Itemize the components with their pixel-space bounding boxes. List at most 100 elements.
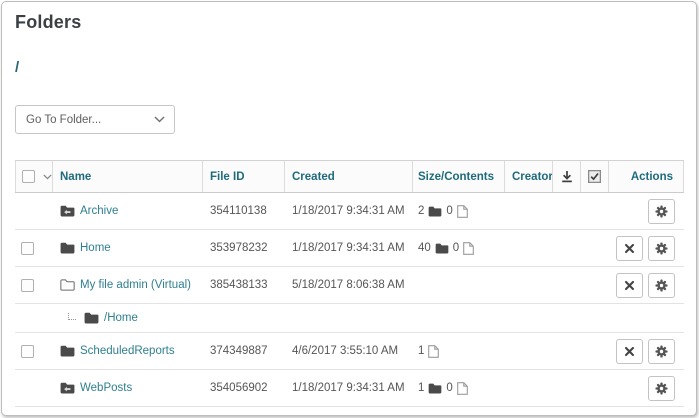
column-header-size-contents[interactable]: Size/Contents xyxy=(413,161,505,192)
file-icon xyxy=(457,205,468,218)
breadcrumb[interactable]: / xyxy=(15,59,683,76)
file-count-group: 0 xyxy=(446,205,467,218)
folder-name-link[interactable]: /Home xyxy=(104,312,138,324)
page-title: Folders xyxy=(15,12,683,33)
column-header-created[interactable]: Created xyxy=(285,161,413,192)
size-contents-cell: 2 0 xyxy=(413,205,505,218)
delete-button[interactable] xyxy=(616,236,643,261)
folder-name-link[interactable]: Archive xyxy=(80,205,118,217)
virtual-folder-icon xyxy=(60,279,75,291)
row-select-cell xyxy=(15,312,53,325)
actions-cell xyxy=(609,376,684,401)
folder-icon xyxy=(428,383,442,394)
column-header-name[interactable]: Name xyxy=(53,161,203,192)
row-select-cell xyxy=(15,345,53,358)
folders-page: Folders / Go To Folder... Name File ID C… xyxy=(1,1,697,416)
size-contents-cell: 1 0 xyxy=(413,382,505,395)
folder-count: 2 xyxy=(418,205,424,217)
chevron-down-icon[interactable] xyxy=(43,174,52,180)
row-name-cell: /Home xyxy=(53,312,203,324)
folder-count-group: 40 xyxy=(418,242,449,254)
close-icon xyxy=(624,243,635,254)
download-icon xyxy=(561,170,573,184)
close-icon xyxy=(624,346,635,357)
row-select-cell xyxy=(15,205,53,218)
size-contents-cell: 40 0 xyxy=(413,242,505,255)
folders-table: Name File ID Created Size/Contents Creat… xyxy=(15,160,684,407)
file-icon xyxy=(457,382,468,395)
file-id-cell: 353978232 xyxy=(203,242,285,254)
column-header-actions: Actions xyxy=(609,161,684,192)
table-row: My file admin (Virtual) 385438133 5/18/2… xyxy=(15,267,684,304)
archive-folder-icon xyxy=(60,205,75,217)
column-header-file-id[interactable]: File ID xyxy=(203,161,285,192)
folder-icon xyxy=(428,206,442,217)
settings-button[interactable] xyxy=(648,199,675,224)
folder-icon xyxy=(60,242,75,254)
actions-cell xyxy=(609,199,684,224)
folder-icon xyxy=(60,345,75,357)
settings-button[interactable] xyxy=(648,273,675,298)
column-header-download[interactable] xyxy=(553,161,581,192)
folder-name-link[interactable]: My file admin (Virtual) xyxy=(80,279,191,291)
file-id-cell: 354110138 xyxy=(203,205,285,217)
checked-checkbox-icon xyxy=(588,170,601,183)
row-checkbox[interactable] xyxy=(21,242,34,255)
folder-count: 40 xyxy=(418,242,431,254)
table-body: Archive 354110138 1/18/2017 9:34:31 AM 2… xyxy=(15,193,684,407)
row-select-cell xyxy=(15,382,53,395)
table-header-row: Name File ID Created Size/Contents Creat… xyxy=(15,160,684,193)
created-cell: 1/18/2017 9:34:31 AM xyxy=(285,242,413,254)
chevron-down-icon xyxy=(154,116,165,123)
settings-button[interactable] xyxy=(648,236,675,261)
file-count-group: 0 xyxy=(453,242,474,255)
select-all-checkbox[interactable] xyxy=(22,170,35,183)
file-icon xyxy=(428,345,439,358)
row-name-cell: ScheduledReports xyxy=(53,345,203,357)
row-select-cell xyxy=(15,279,53,292)
settings-button[interactable] xyxy=(648,339,675,364)
close-icon xyxy=(624,280,635,291)
actions-cell xyxy=(609,236,684,261)
row-name-cell: Archive xyxy=(53,205,203,217)
gear-icon xyxy=(655,242,668,255)
file-id-cell: 374349887 xyxy=(203,345,285,357)
file-id-cell: 385438133 xyxy=(203,279,285,291)
delete-button[interactable] xyxy=(616,339,643,364)
folder-name-link[interactable]: WebPosts xyxy=(80,382,132,394)
folder-count-group: 2 xyxy=(418,205,442,217)
file-count: 1 xyxy=(418,345,424,357)
archive-folder-icon xyxy=(60,382,75,394)
column-header-creator[interactable]: Creator xyxy=(505,161,553,192)
actions-cell xyxy=(609,339,684,364)
file-count-group: 0 xyxy=(446,382,467,395)
table-row: WebPosts 354056902 1/18/2017 9:34:31 AM … xyxy=(15,370,684,407)
created-cell: 1/18/2017 9:34:31 AM xyxy=(285,205,413,217)
file-count: 0 xyxy=(446,382,452,394)
created-cell: 5/18/2017 8:06:38 AM xyxy=(285,279,413,291)
column-header-checked[interactable] xyxy=(581,161,609,192)
file-count: 0 xyxy=(453,242,459,254)
row-checkbox[interactable] xyxy=(21,345,34,358)
gear-icon xyxy=(655,345,668,358)
file-count: 0 xyxy=(446,205,452,217)
row-name-cell: My file admin (Virtual) xyxy=(53,279,203,291)
settings-button[interactable] xyxy=(648,376,675,401)
go-to-folder-select[interactable]: Go To Folder... xyxy=(15,105,175,134)
gear-icon xyxy=(655,382,668,395)
folder-name-link[interactable]: ScheduledReports xyxy=(80,345,175,357)
created-cell: 1/18/2017 9:34:31 AM xyxy=(285,382,413,394)
folder-name-link[interactable]: Home xyxy=(80,242,111,254)
size-contents-cell: 1 xyxy=(413,345,505,358)
header-select-all-cell xyxy=(15,161,53,192)
delete-button[interactable] xyxy=(616,273,643,298)
table-row: Archive 354110138 1/18/2017 9:34:31 AM 2… xyxy=(15,193,684,230)
row-checkbox[interactable] xyxy=(21,279,34,292)
table-row: /Home xyxy=(15,304,684,333)
created-cell: 4/6/2017 3:55:10 AM xyxy=(285,345,413,357)
row-name-cell: Home xyxy=(53,242,203,254)
row-name-cell: WebPosts xyxy=(53,382,203,394)
folder-count: 1 xyxy=(418,382,424,394)
go-to-folder-placeholder: Go To Folder... xyxy=(26,114,101,126)
folder-count-group: 1 xyxy=(418,382,442,394)
